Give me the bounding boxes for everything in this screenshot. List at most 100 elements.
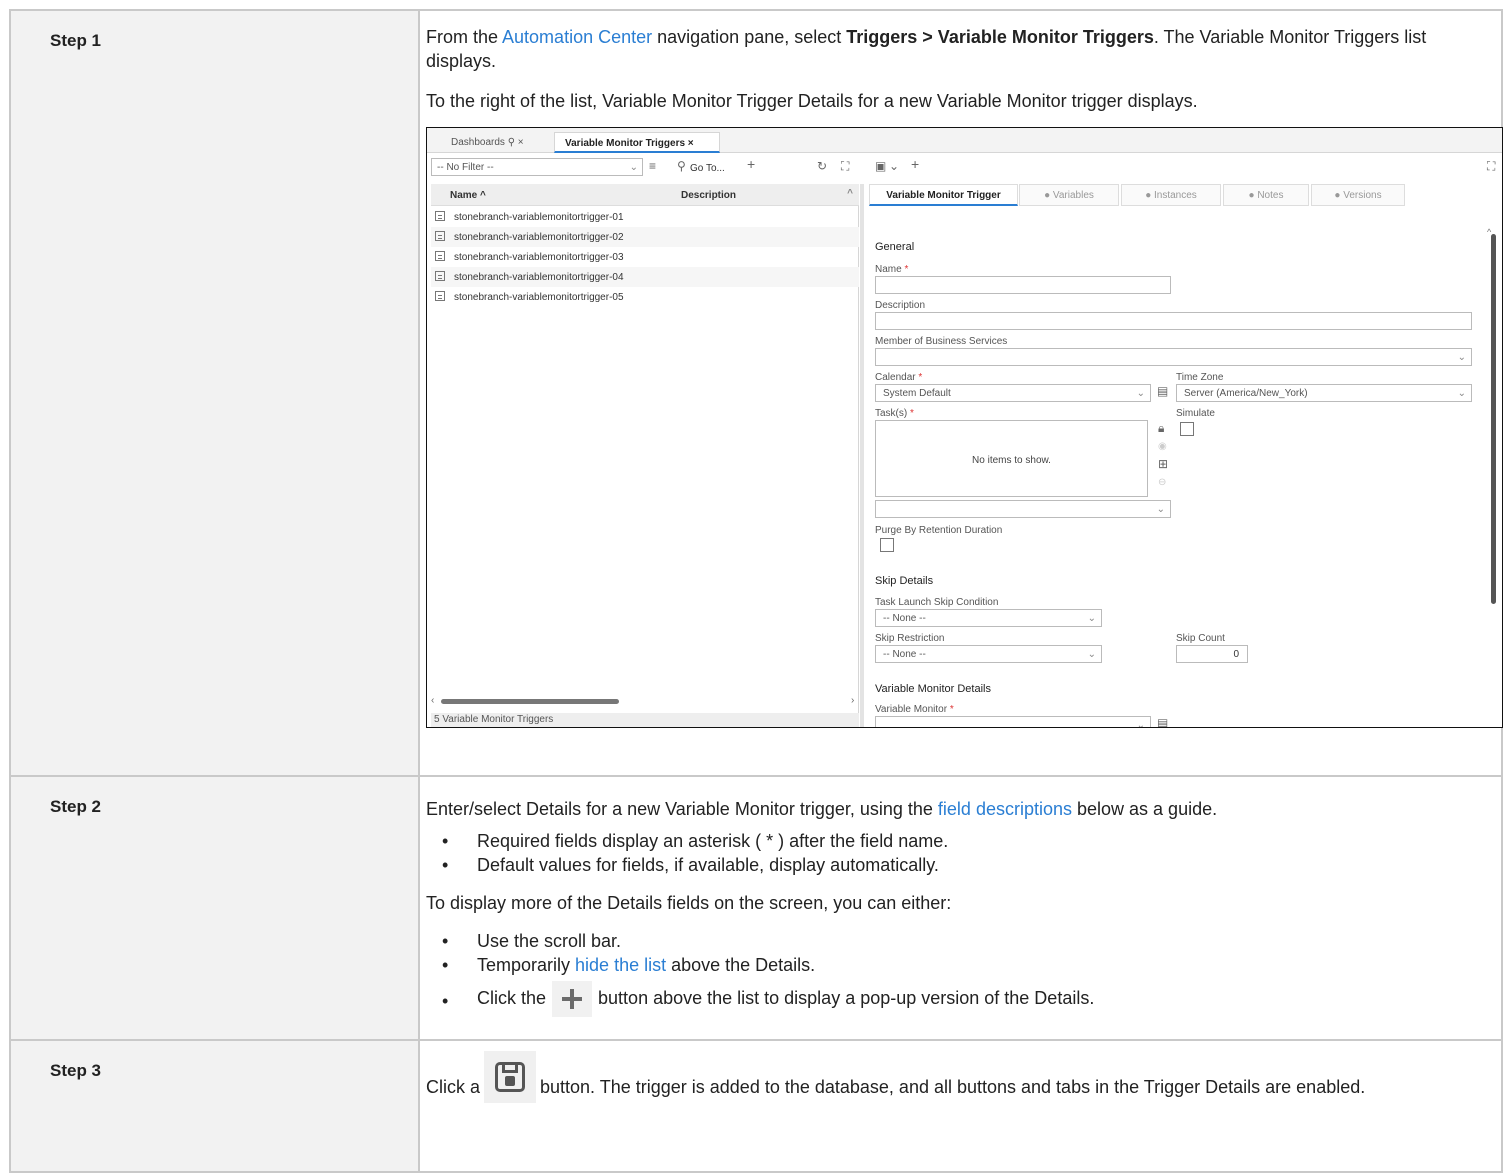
bullet-text-2: above the Details. [666, 955, 816, 975]
name-label-text: Name [875, 264, 902, 275]
field-descriptions-link[interactable]: field descriptions [938, 799, 1072, 819]
trigger-icon [435, 211, 445, 221]
step-3-label: Step 3 [9, 1039, 420, 1173]
pane-splitter[interactable] [860, 184, 864, 727]
time-zone-select[interactable]: Server (America/New_York) ⌄ [1176, 384, 1472, 402]
trigger-icon [435, 251, 445, 261]
tab-variable-monitor-trigger[interactable]: Variable Monitor Trigger [869, 184, 1018, 206]
business-services-label: Member of Business Services [875, 336, 1008, 347]
column-name[interactable]: Name ^ [450, 189, 486, 202]
skip-count-input[interactable]: 0 [1176, 645, 1248, 663]
bullet-text: Default values for fields, if available,… [477, 855, 939, 875]
bullet-text: Temporarily [477, 955, 576, 975]
time-zone-label: Time Zone [1176, 372, 1224, 383]
scroll-right-icon[interactable]: › [851, 694, 854, 707]
variable-monitor-triggers-tab[interactable]: Variable Monitor Triggers × [554, 132, 720, 153]
chevron-down-icon: ⌄ [1087, 649, 1096, 660]
list-item[interactable]: stonebranch-variablemonitortrigger-01 [431, 207, 859, 227]
tab-versions[interactable]: ● Versions [1311, 184, 1405, 206]
list-item-name: stonebranch-variablemonitortrigger-05 [454, 292, 624, 303]
skip-restriction-label: Skip Restriction [875, 633, 945, 644]
step-3-text-2: button. The trigger is added to the data… [540, 1077, 1366, 1097]
bullet-text: Click the [477, 987, 547, 1008]
list-item: • Click the button above the list to displ… [426, 981, 1489, 1017]
add-task-icon[interactable]: ⊞ [1158, 458, 1168, 471]
trigger-icon [435, 291, 445, 301]
step-2-paragraph-2: To display more of the Details fields on… [426, 893, 952, 913]
calendar-select[interactable]: System Default ⌄ [875, 384, 1151, 402]
description-label: Description [875, 300, 926, 311]
hide-the-list-link[interactable]: hide the list [575, 955, 666, 975]
search-icon[interactable]: ⚲ [677, 160, 686, 173]
tasks-list[interactable]: No items to show. [875, 420, 1148, 497]
variable-monitor-select[interactable]: ⌄ [875, 716, 1151, 727]
add-icon[interactable]: + [747, 157, 755, 171]
description-input[interactable] [875, 312, 1472, 330]
step-2-paragraph: Enter/select Details for a new Variable … [426, 797, 1489, 821]
step-2-label: Step 2 [9, 775, 420, 1041]
bullet-icon: • [442, 855, 449, 875]
list-item: • Required fields display an asterisk ( *… [426, 829, 1489, 853]
list-item[interactable]: stonebranch-variablemonitortrigger-03 [431, 247, 859, 267]
refresh-icon[interactable]: ↻ [817, 160, 827, 173]
tab-variables[interactable]: ● Variables [1019, 184, 1119, 206]
variable-monitor-details-icon[interactable]: ▤ [1157, 717, 1168, 728]
save-icon[interactable]: ▣ [875, 160, 886, 173]
step-1-menu-path: Triggers > Variable Monitor Triggers [846, 27, 1154, 47]
tab-instances[interactable]: ● Instances [1121, 184, 1221, 206]
business-services-select[interactable]: ⌄ [875, 348, 1472, 366]
task-select[interactable]: ⌄ [875, 500, 1171, 518]
chevron-down-icon: ⌄ [1457, 388, 1466, 399]
step-1-text-2: navigation pane, select [652, 27, 847, 47]
calendar-value: System Default [883, 388, 951, 399]
skip-restriction-select[interactable]: -- None -- ⌄ [875, 645, 1102, 663]
remove-task-icon: ⊖ [1158, 477, 1167, 488]
required-asterisk: * [904, 264, 909, 275]
list-item[interactable]: stonebranch-variablemonitortrigger-02 [431, 227, 859, 247]
skip-condition-select[interactable]: -- None -- ⌄ [875, 609, 1102, 627]
calendar-details-icon[interactable]: ▤ [1157, 385, 1168, 398]
list-item-name: stonebranch-variablemonitortrigger-03 [454, 252, 624, 263]
step-1-label: Step 1 [9, 9, 420, 777]
skip-restriction-value: -- None -- [883, 649, 926, 660]
chevron-down-icon: ⌄ [1156, 504, 1165, 515]
bullet-icon: • [442, 931, 449, 951]
new-icon[interactable]: + [911, 157, 919, 171]
column-description[interactable]: Description [681, 189, 736, 202]
required-asterisk: * [949, 704, 954, 715]
list-item[interactable]: stonebranch-variablemonitortrigger-05 [431, 287, 859, 307]
dashboards-tab[interactable]: Dashboards ⚲ × [441, 132, 534, 153]
goto-button[interactable]: Go To... [690, 162, 725, 175]
automation-center-link[interactable]: Automation Center [502, 27, 652, 47]
lock-icon[interactable]: 🔒︎ [1158, 422, 1164, 435]
expand-icon[interactable]: ⛶ [841, 160, 849, 173]
chevron-down-icon: ⌄ [1087, 613, 1096, 624]
tab-notes[interactable]: ● Notes [1223, 184, 1309, 206]
vertical-scrollbar[interactable] [1491, 234, 1496, 604]
save-chevron-icon[interactable]: ⌄ [889, 160, 899, 173]
bullet-text: Required fields display an asterisk ( * … [477, 831, 949, 851]
list-item: • Use the scroll bar. [426, 929, 1489, 953]
trigger-icon [435, 231, 445, 241]
simulate-checkbox[interactable] [1180, 422, 1194, 436]
purge-label: Purge By Retention Duration [875, 525, 1003, 536]
plus-icon [552, 981, 593, 1017]
step-2-body: Enter/select Details for a new Variable … [418, 775, 1503, 1041]
skip-condition-value: -- None -- [883, 613, 926, 624]
step-3-text: Click a [426, 1077, 481, 1097]
bullet-icon: • [442, 831, 449, 851]
horizontal-scrollbar[interactable] [441, 699, 619, 704]
skip-condition-label: Task Launch Skip Condition [875, 597, 999, 608]
filter-select[interactable]: -- No Filter -- ⌄ [431, 158, 643, 176]
calendar-label: Calendar * [875, 371, 922, 384]
filter-icon[interactable]: ≡ [649, 160, 656, 173]
name-input[interactable] [875, 276, 1171, 294]
chevron-up-icon[interactable]: ^ [847, 187, 853, 200]
general-heading: General [875, 241, 915, 253]
maximize-icon[interactable]: ⛶ [1487, 160, 1495, 173]
scroll-left-icon[interactable]: ‹ [431, 694, 434, 707]
purge-checkbox[interactable] [880, 538, 894, 552]
list-item[interactable]: stonebranch-variablemonitortrigger-04 [431, 267, 859, 287]
step-2-bullets: • Required fields display an asterisk ( *… [426, 829, 1489, 877]
required-asterisk: * [910, 408, 914, 419]
